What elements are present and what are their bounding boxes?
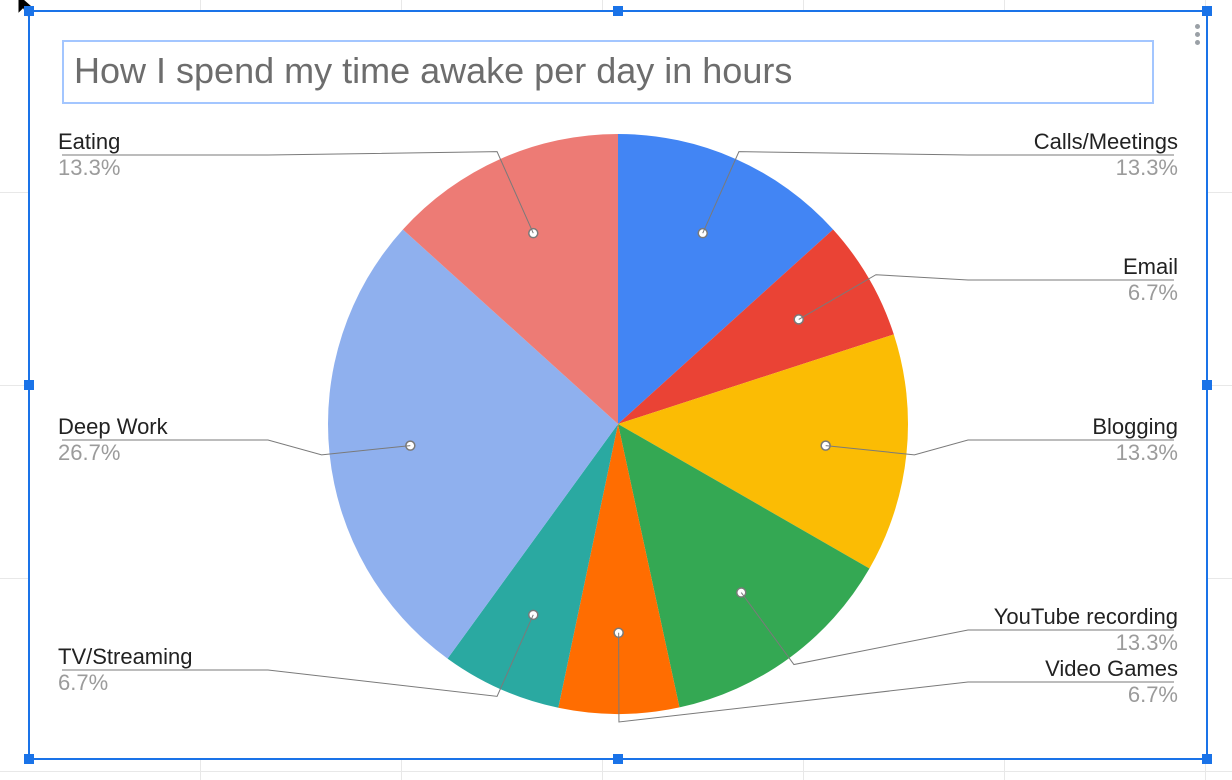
pie-chart-svg: Calls/Meetings13.3%Email6.7%Blogging13.3… (28, 104, 1208, 760)
resize-handle[interactable] (24, 6, 34, 16)
svg-text:Deep Work: Deep Work (58, 414, 169, 439)
svg-text:Calls/Meetings: Calls/Meetings (1034, 129, 1178, 154)
pie-chart: Calls/Meetings13.3%Email6.7%Blogging13.3… (28, 104, 1208, 760)
svg-text:13.3%: 13.3% (58, 155, 120, 180)
resize-handle[interactable] (613, 6, 623, 16)
chart-object[interactable]: Calls/Meetings13.3%Email6.7%Blogging13.3… (28, 10, 1208, 760)
svg-text:26.7%: 26.7% (58, 440, 120, 465)
svg-text:TV/Streaming: TV/Streaming (58, 644, 193, 669)
svg-text:6.7%: 6.7% (1128, 280, 1178, 305)
svg-text:13.3%: 13.3% (1116, 630, 1178, 655)
svg-text:6.7%: 6.7% (58, 670, 108, 695)
chart-title-input[interactable] (62, 40, 1154, 104)
slice-label: Calls/Meetings13.3% (1034, 129, 1178, 180)
svg-text:YouTube recording: YouTube recording (994, 604, 1178, 629)
svg-text:13.3%: 13.3% (1116, 440, 1178, 465)
chart-menu-button[interactable] (1195, 24, 1200, 45)
slice-label: Email6.7% (1123, 254, 1178, 305)
svg-text:6.7%: 6.7% (1128, 682, 1178, 707)
svg-text:13.3%: 13.3% (1116, 155, 1178, 180)
slice-label: Eating13.3% (58, 129, 120, 180)
svg-text:Email: Email (1123, 254, 1178, 279)
svg-text:Video Games: Video Games (1045, 656, 1178, 681)
resize-handle[interactable] (1202, 6, 1212, 16)
svg-text:Eating: Eating (58, 129, 120, 154)
svg-text:Blogging: Blogging (1092, 414, 1178, 439)
